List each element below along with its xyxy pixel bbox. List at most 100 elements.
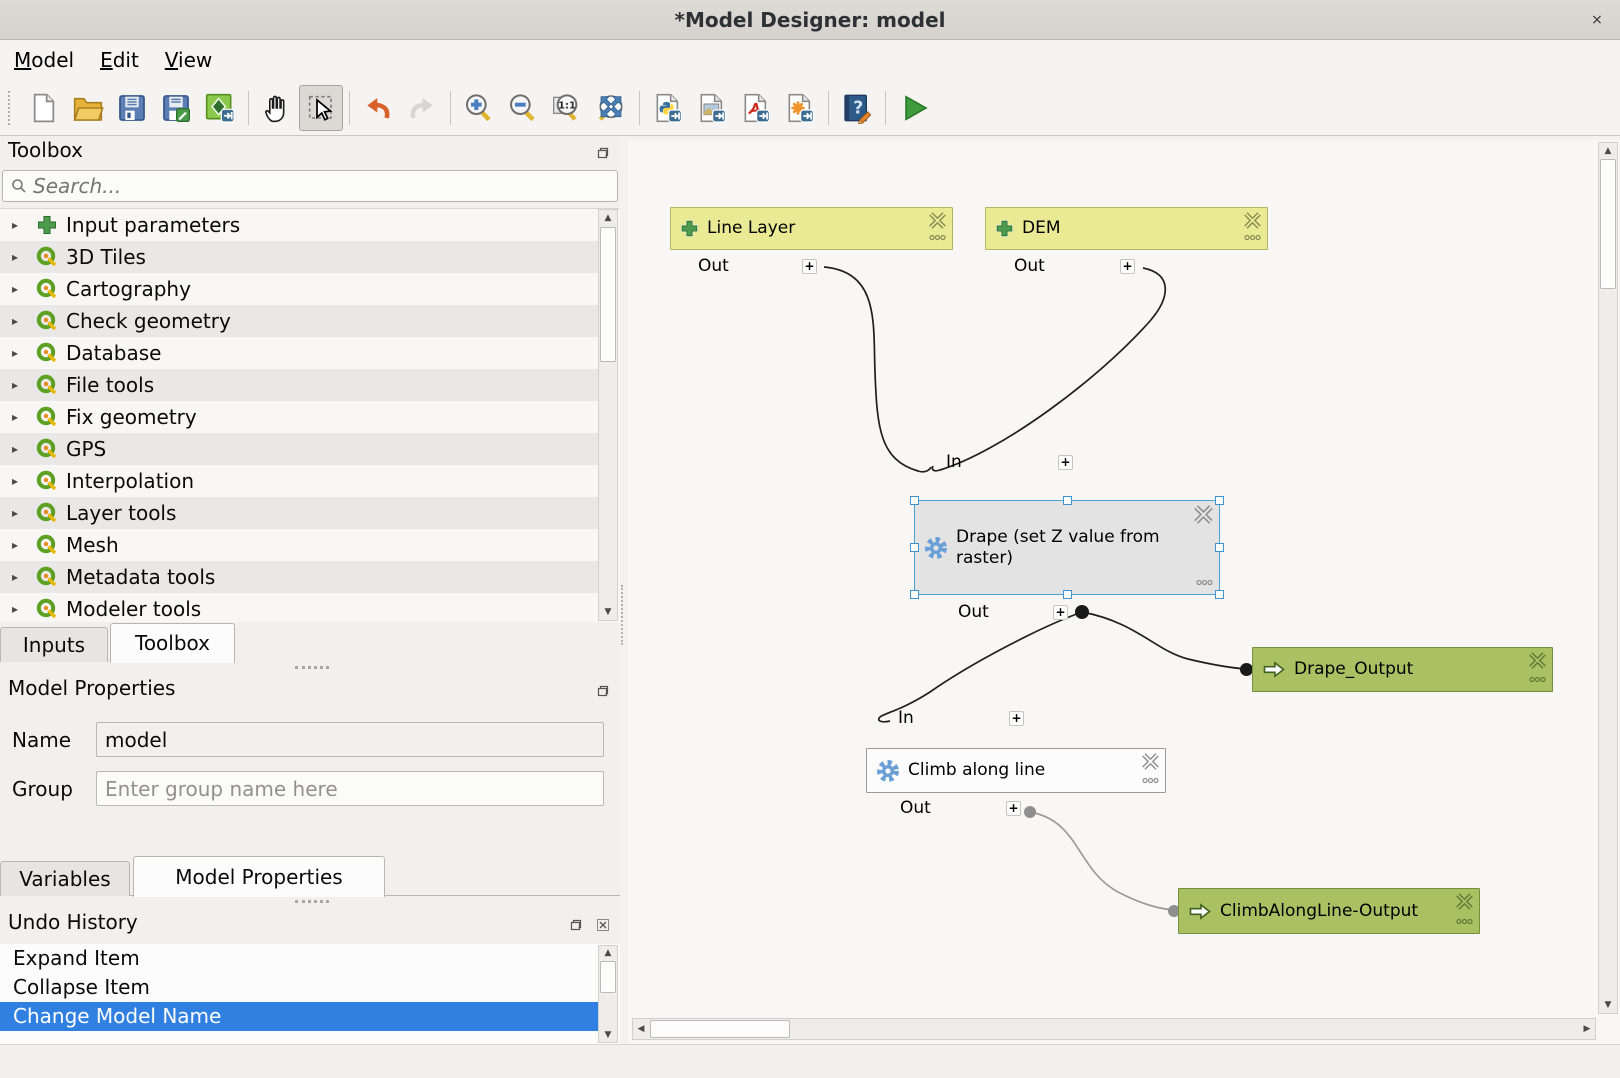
selection-handle[interactable] — [1215, 496, 1224, 505]
expand-arrow-icon[interactable]: ▸ — [12, 346, 26, 360]
expand-dots-icon[interactable] — [1529, 668, 1546, 688]
toolbox-item-input-parameters[interactable]: ▸ Input parameters — [0, 209, 598, 241]
expand-arrow-icon[interactable]: ▸ — [12, 378, 26, 392]
zoom-full-icon[interactable] — [589, 85, 633, 131]
toolbox-item-gps[interactable]: ▸ GPS — [0, 433, 598, 465]
port-add-button[interactable]: + — [1006, 801, 1021, 816]
tab-model-properties[interactable]: Model Properties — [133, 856, 385, 897]
panel-splitter-handle[interactable] — [295, 666, 329, 669]
toolbox-item-fix-geometry[interactable]: ▸ Fix geometry — [0, 401, 598, 433]
window-close-icon[interactable]: × — [1586, 9, 1608, 31]
zoom-out-icon[interactable] — [501, 85, 545, 131]
toolbox-item-interpolation[interactable]: ▸ Interpolation — [0, 465, 598, 497]
menu-model[interactable]: Model — [2, 44, 86, 76]
link-socket[interactable] — [1024, 806, 1036, 818]
undo-item-change-model-name[interactable]: Change Model Name — [0, 1002, 598, 1031]
expand-dots-icon[interactable] — [1456, 910, 1473, 930]
toolbox-item-mesh[interactable]: ▸ Mesh — [0, 529, 598, 561]
expand-arrow-icon[interactable]: ▸ — [12, 218, 26, 232]
zoom-in-icon[interactable] — [457, 85, 501, 131]
expand-arrow-icon[interactable]: ▸ — [12, 474, 26, 488]
node-climbalongline-output[interactable]: ClimbAlongLine-Output — [1178, 888, 1480, 934]
selection-handle[interactable] — [1063, 496, 1072, 505]
toolbox-item-cartography[interactable]: ▸ Cartography — [0, 273, 598, 305]
selection-handle[interactable] — [1215, 543, 1224, 552]
pan-icon[interactable] — [255, 85, 299, 131]
canvas-vertical-scrollbar[interactable]: ▲ ▼ — [1598, 142, 1618, 1014]
model-name-input[interactable] — [96, 722, 604, 757]
float-panel-icon[interactable] — [596, 679, 610, 693]
toolbox-item-check-geometry[interactable]: ▸ Check geometry — [0, 305, 598, 337]
toolbox-item-database[interactable]: ▸ Database — [0, 337, 598, 369]
toolbox-search[interactable] — [2, 170, 618, 202]
port-add-button[interactable]: + — [1053, 605, 1068, 620]
panel-splitter-handle[interactable] — [295, 900, 329, 903]
selection-handle[interactable] — [910, 496, 919, 505]
close-panel-icon[interactable] — [596, 913, 610, 927]
scroll-up-icon[interactable]: ▲ — [599, 948, 617, 958]
scroll-down-icon[interactable]: ▼ — [599, 607, 617, 617]
toolbar-drag-handle[interactable] — [8, 91, 14, 125]
toolbox-item-metadata-tools[interactable]: ▸ Metadata tools — [0, 561, 598, 593]
tab-inputs[interactable]: Inputs — [0, 627, 108, 662]
scroll-down-icon[interactable]: ▼ — [1599, 1000, 1617, 1010]
remove-x-icon[interactable] — [1193, 505, 1214, 529]
expand-dots-icon[interactable] — [1196, 571, 1213, 591]
dock-splitter-handle[interactable] — [621, 585, 623, 645]
toolbox-scrollbar[interactable]: ▲ ▼ — [598, 209, 618, 621]
export-image-icon[interactable] — [690, 85, 734, 131]
save-model-icon[interactable] — [110, 85, 154, 131]
port-add-button[interactable]: + — [1058, 455, 1073, 470]
scrollbar-thumb[interactable] — [1600, 159, 1616, 289]
scroll-up-icon[interactable]: ▲ — [599, 213, 617, 223]
node-climb-along-line[interactable]: Climb along line — [866, 748, 1166, 793]
node-line-layer[interactable]: Line Layer — [670, 207, 953, 250]
node-drape[interactable]: Drape (set Z value from raster) — [914, 500, 1220, 595]
open-model-icon[interactable] — [66, 85, 110, 131]
model-group-input[interactable] — [96, 771, 604, 806]
tab-variables[interactable]: Variables — [0, 861, 130, 896]
run-model-icon[interactable] — [892, 85, 936, 131]
selection-handle[interactable] — [910, 543, 919, 552]
selection-handle[interactable] — [910, 590, 919, 599]
selection-handle[interactable] — [1215, 590, 1224, 599]
undo-icon[interactable] — [356, 85, 400, 131]
toolbox-item-modeler-tools[interactable]: ▸ Modeler tools — [0, 593, 598, 622]
selection-handle[interactable] — [1063, 590, 1072, 599]
expand-arrow-icon[interactable]: ▸ — [12, 282, 26, 296]
float-panel-icon[interactable] — [569, 913, 583, 927]
expand-arrow-icon[interactable]: ▸ — [12, 602, 26, 616]
node-drape-output[interactable]: Drape_Output — [1252, 647, 1553, 692]
canvas-horizontal-scrollbar[interactable]: ◀ ▶ — [632, 1018, 1596, 1040]
edit-help-icon[interactable]: ? — [835, 85, 879, 131]
toolbox-item-layer-tools[interactable]: ▸ Layer tools — [0, 497, 598, 529]
toolbox-item-file-tools[interactable]: ▸ File tools — [0, 369, 598, 401]
tab-toolbox[interactable]: Toolbox — [110, 623, 235, 663]
port-add-button[interactable]: + — [802, 259, 817, 274]
zoom-actual-icon[interactable]: 1:1 — [545, 85, 589, 131]
toolbox-item-3d-tiles[interactable]: ▸ 3D Tiles — [0, 241, 598, 273]
expand-arrow-icon[interactable]: ▸ — [12, 538, 26, 552]
scrollbar-thumb[interactable] — [650, 1020, 790, 1038]
expand-dots-icon[interactable] — [1142, 769, 1159, 789]
undo-item-collapse[interactable]: Collapse Item — [0, 973, 598, 1002]
expand-arrow-icon[interactable]: ▸ — [12, 314, 26, 328]
float-panel-icon[interactable] — [596, 141, 610, 155]
scrollbar-thumb[interactable] — [600, 961, 616, 993]
scroll-down-icon[interactable]: ▼ — [599, 1030, 617, 1040]
scroll-left-icon[interactable]: ◀ — [633, 1019, 649, 1039]
port-add-button[interactable]: + — [1009, 711, 1024, 726]
scroll-up-icon[interactable]: ▲ — [1599, 146, 1617, 156]
menu-edit[interactable]: Edit — [88, 44, 151, 76]
undo-item-expand[interactable]: Expand Item — [0, 944, 598, 973]
node-dem[interactable]: DEM — [985, 207, 1268, 250]
save-model-as-icon[interactable] — [154, 85, 198, 131]
new-model-icon[interactable] — [22, 85, 66, 131]
export-pdf-icon[interactable] — [734, 85, 778, 131]
export-python-icon[interactable] — [646, 85, 690, 131]
expand-arrow-icon[interactable]: ▸ — [12, 250, 26, 264]
undo-scrollbar[interactable]: ▲ ▼ — [598, 945, 618, 1043]
expand-arrow-icon[interactable]: ▸ — [12, 442, 26, 456]
search-input[interactable] — [33, 174, 573, 198]
expand-dots-icon[interactable] — [1244, 226, 1261, 246]
